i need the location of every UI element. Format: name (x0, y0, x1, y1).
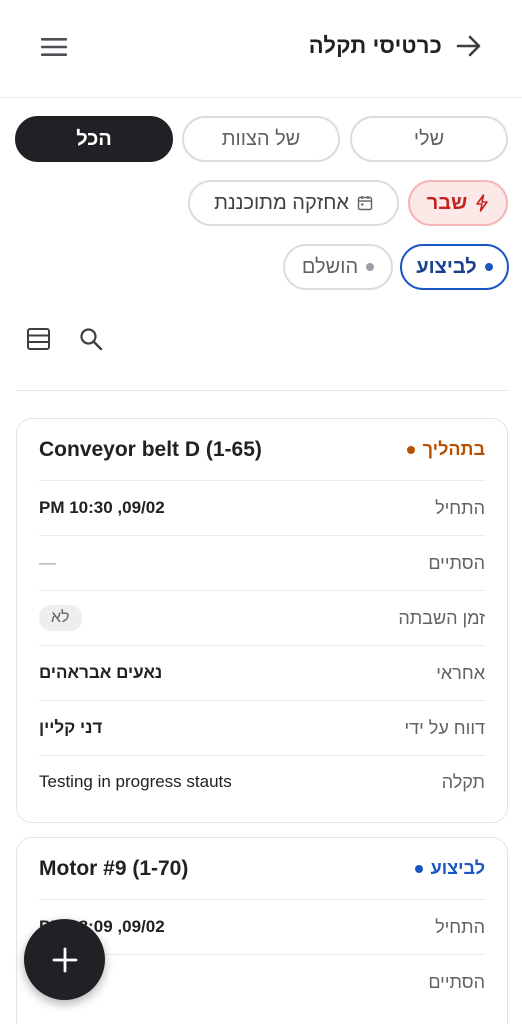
status-dot (414, 864, 423, 873)
ticket-row-issue: Testing in progress stauts תקלה (39, 756, 485, 808)
row-label: הסתיים (428, 972, 485, 992)
filter-chip-label: הושלם (301, 255, 359, 278)
row-label: אחראי (436, 662, 485, 683)
filter-chip-label: שבר (426, 191, 468, 214)
row-label: דווח על ידי (404, 717, 485, 738)
ticket-card-header: Conveyor belt D (1-65) בתהליך (39, 419, 485, 481)
status-label: לביצוע (430, 858, 485, 878)
row-value: PM 10:30 ,09/02 (39, 498, 165, 517)
downtime-badge: לא (39, 605, 82, 631)
filter-chip-label: לביצוע (416, 255, 477, 278)
row-label: התחיל (435, 497, 485, 518)
ticket-row-ended: הסתיים (39, 955, 485, 1010)
status-badge: לביצוע (414, 858, 485, 879)
row-label: זמן השבתה (398, 607, 485, 628)
search-icon[interactable] (78, 326, 106, 354)
ticket-row-started: PM 10:30 ,09/02 התחיל (39, 481, 485, 536)
ticket-row-started: PM 08:09 ,09/02 התחיל (39, 900, 485, 955)
status-dot (366, 263, 375, 271)
filter-chip-label: אחזקה מתוכננת (214, 191, 349, 214)
add-ticket-button[interactable] (24, 919, 105, 1000)
ticket-row-downtime: לא זמן השבתה (39, 591, 485, 646)
hamburger-menu-icon[interactable] (38, 34, 70, 60)
filter-chip-label: שלי (413, 127, 445, 150)
page-title: כרטיסי תקלה (308, 33, 442, 58)
lightning-icon (475, 194, 489, 212)
status-dot (406, 445, 415, 454)
plus-icon (51, 946, 79, 974)
ticket-title: Motor #9 (1-70) (39, 856, 189, 880)
status-label: בתהליך (422, 439, 485, 459)
filter-chip-planned-maintenance[interactable]: אחזקה מתוכננת (188, 180, 399, 226)
ticket-card-header: Motor #9 (1-70) לביצוע (39, 838, 485, 900)
filter-chip-done[interactable]: הושלם (283, 244, 393, 290)
ticket-row-assignee: נאעים אבראהים אחראי (39, 646, 485, 701)
ticket-title: Conveyor belt D (1-65) (39, 437, 262, 461)
row-value: דני קליין (39, 718, 103, 737)
filter-chip-label: של הצוות (221, 127, 301, 150)
filter-chip-todo[interactable]: לביצוע (400, 244, 509, 290)
row-value: Testing in progress stauts (39, 772, 232, 791)
filter-chip-mine[interactable]: שלי (350, 116, 508, 162)
table-view-icon[interactable] (26, 326, 54, 354)
status-badge: בתהליך (406, 439, 485, 460)
filter-chip-all[interactable]: הכל (15, 116, 173, 162)
ticket-card[interactable]: Conveyor belt D (1-65) בתהליך PM 10:30 ,… (16, 418, 508, 823)
ticket-row-reported-by: דני קליין דווח על ידי (39, 701, 485, 756)
row-label: תקלה (441, 771, 485, 792)
row-value: נאעים אבראהים (39, 663, 163, 682)
row-value: — (39, 553, 56, 572)
row-label: הסתיים (428, 552, 485, 573)
calendar-icon (357, 195, 373, 211)
filter-chip-team[interactable]: של הצוות (182, 116, 340, 162)
ticket-row-ended: — הסתיים (39, 536, 485, 591)
status-dot (484, 263, 493, 271)
filter-chip-label: הכל (76, 127, 112, 150)
row-label: התחיל (435, 916, 485, 937)
app-header: כרטיסי תקלה (0, 0, 522, 98)
section-divider (16, 390, 508, 391)
filter-chip-breakdown[interactable]: שבר (408, 180, 508, 226)
toolbar (26, 326, 126, 356)
arrow-forward-icon[interactable] (454, 31, 484, 61)
